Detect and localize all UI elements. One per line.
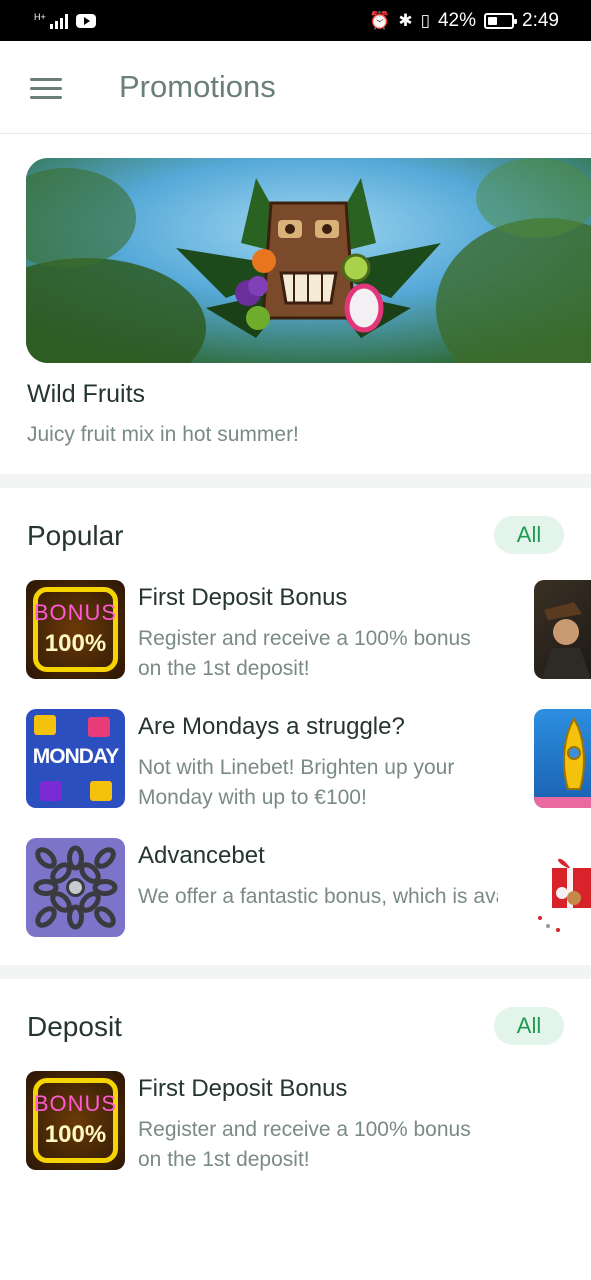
chain-thumbnail <box>26 838 125 937</box>
signal-icon: H+ <box>34 11 68 29</box>
alarm-icon: ⏰ <box>369 10 391 31</box>
promo-item-first-deposit-bonus[interactable]: BONUS 100% First Deposit Bonus Register … <box>26 580 526 680</box>
deposit-all-button[interactable]: All <box>494 1007 564 1045</box>
wild-fruits-banner-image <box>26 158 591 363</box>
section-divider <box>0 965 591 979</box>
thumb-value: 100% <box>44 630 107 657</box>
promo-title: Are Mondays a struggle? <box>138 713 405 740</box>
bonus-thumbnail: BONUS 100% <box>26 580 125 679</box>
thumb-word: MONDAY <box>32 745 119 768</box>
banner-subtitle: Juicy fruit mix in hot summer! <box>27 423 299 446</box>
section-divider <box>0 474 591 488</box>
banner-title[interactable]: Wild Fruits <box>27 380 145 409</box>
clock: 2:49 <box>522 9 559 31</box>
section-title-deposit: Deposit <box>27 1011 122 1042</box>
vibrate-icon: ▯ <box>420 10 430 31</box>
page-title: Promotions <box>119 69 276 104</box>
promo-description: Not with Linebet! Brighten up your Monda… <box>138 756 455 809</box>
promo-item-mondays[interactable]: MONDAY Are Mondays a struggle? Not with … <box>26 709 526 809</box>
thumb-word: BONUS <box>33 600 118 625</box>
thumb-value: 100% <box>44 1121 107 1148</box>
app-bar: Promotions <box>0 41 591 134</box>
promo-title: First Deposit Bonus <box>138 584 348 611</box>
peek-thumbnail-rocket[interactable] <box>534 709 591 808</box>
promo-description: Register and receive a 100% bonus on the… <box>138 1118 471 1171</box>
promo-item-first-deposit-bonus[interactable]: BONUS 100% First Deposit Bonus Register … <box>26 1071 526 1171</box>
menu-icon[interactable] <box>30 78 62 99</box>
network-type: H+ <box>34 11 46 22</box>
thumb-word: BONUS <box>33 1091 118 1116</box>
battery-icon <box>484 12 518 29</box>
status-bar: H+ ⏰ ✱ ▯ 42% 2:49 <box>0 0 591 41</box>
youtube-notification-icon <box>75 13 96 28</box>
section-title-popular: Popular <box>27 520 124 551</box>
promo-description: Register and receive a 100% bonus on the… <box>138 627 471 680</box>
promo-item-advancebet[interactable]: Advancebet We offer a fantastic bonus, w… <box>26 838 526 938</box>
battery-percent: 42% <box>437 9 477 31</box>
peek-thumbnail-gift[interactable] <box>534 838 591 937</box>
bluetooth-icon: ✱ <box>398 10 413 31</box>
promo-banner[interactable] <box>26 158 591 363</box>
promo-description: We offer a fantastic bonus, which is ava… <box>138 885 498 908</box>
promo-title: Advancebet <box>138 842 265 869</box>
bonus-thumbnail: BONUS 100% <box>26 1071 125 1170</box>
popular-all-button[interactable]: All <box>494 516 564 554</box>
peek-thumbnail-adventurer[interactable] <box>534 580 591 679</box>
monday-thumbnail: MONDAY <box>26 709 125 808</box>
promo-title: First Deposit Bonus <box>138 1075 348 1102</box>
